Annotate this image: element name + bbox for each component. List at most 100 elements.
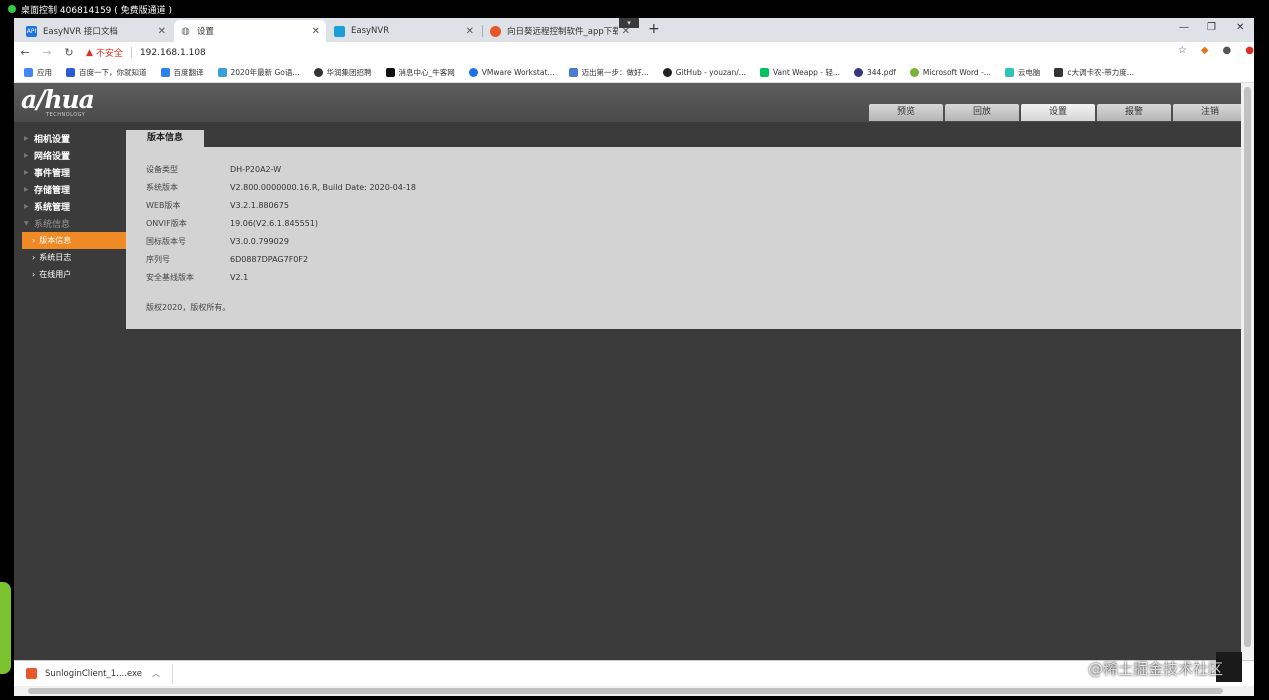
panel-tab-bar: 版本信息 [126, 130, 1241, 147]
cloud-pc-icon [1004, 68, 1014, 77]
sidebar-subitem-version[interactable]: › 版本信息 [22, 232, 126, 249]
remote-title: 桌面控制 406814159 ( 免费版通道 ) [21, 5, 173, 16]
sidebar-subitem-online-users[interactable]: › 在线用户 [14, 266, 126, 283]
sidebar-item-system[interactable]: ▶ 系统管理 [14, 198, 126, 215]
github-icon [662, 68, 672, 77]
info-table: 设备类型 DH-P20A2-W 系统版本 V2.800.0000000.16.R, … [146, 160, 416, 286]
window-close-icon[interactable]: ✕ [1236, 22, 1244, 33]
remote-title-bar: 桌面控制 406814159 ( 免费版通道 ) [0, 0, 1269, 18]
status-dot-icon [8, 5, 16, 13]
easynvr-icon [334, 25, 345, 37]
bookmark-github[interactable]: GitHub - youzan/... [662, 68, 746, 77]
download-item[interactable]: SunloginClient_1....exe ︿ [26, 663, 174, 684]
side-widget-tab[interactable] [0, 582, 11, 674]
sidebar-item-system-info[interactable]: ▼ 系统信息 [14, 215, 126, 232]
close-icon[interactable]: ✕ [158, 26, 166, 37]
nav-settings[interactable]: 设置 [1021, 104, 1095, 121]
dahua-logo-subtitle: TECHNOLOGY [46, 112, 86, 118]
bookmark-nowcoder[interactable]: 消息中心_牛客网 [385, 67, 455, 78]
bookmark-huarun[interactable]: 华润集团招聘 [313, 67, 372, 78]
sidebar-subitem-log[interactable]: › 系统日志 [14, 249, 126, 266]
tab-search-chevron-icon[interactable]: ▾ [619, 18, 639, 28]
bookmark-vant[interactable]: Vant Weapp - 轻... [759, 67, 840, 78]
tab-sunlogin[interactable]: 向日葵远程控制软件_app下载_ ✕ [484, 20, 636, 42]
bookmark-vmware[interactable]: VMware Workstat... [468, 68, 555, 77]
close-icon[interactable]: ✕ [466, 26, 474, 37]
sunlogin-icon [490, 25, 501, 37]
metamask-extension-icon[interactable]: ◆ [1201, 45, 1209, 56]
bookmark-first-step[interactable]: 迈出第一步：做好... [568, 67, 649, 78]
address-bar[interactable]: ▲ 不安全 192.168.1.108 [86, 46, 206, 59]
info-row-system-version: 系统版本 V2.800.0000000.16.R, Build Date: 202… [146, 182, 416, 192]
nav-preview[interactable]: 预览 [869, 104, 943, 121]
doc-icon [568, 68, 578, 77]
browser-toolbar: ← → ↻ ▲ 不安全 192.168.1.108 ☆ ◆ ● ● [14, 42, 1254, 63]
tab-version-info[interactable]: 版本信息 [126, 130, 204, 147]
bookmark-canon[interactable]: c大调卡农-带力度... [1054, 67, 1134, 78]
url-text[interactable]: 192.168.1.108 [140, 48, 206, 58]
profile-avatar-icon[interactable]: ● [1223, 45, 1232, 56]
download-bar: SunloginClient_1....exe ︿ [14, 660, 1254, 686]
settings-sidebar: ▶ 相机设置 ▶ 网络设置 ▶ 事件管理 ▶ 存储管理 ▶ 系统管理 ▼ 系统信息 › 版本信… [14, 130, 126, 283]
restore-icon[interactable]: ❐ [1207, 22, 1216, 33]
scrollbar-thumb[interactable] [28, 688, 1223, 694]
bookmark-baidu-translate[interactable]: 百度翻译 [160, 67, 204, 78]
tab-easynvr-docs[interactable]: API EasyNVR 接口文档 ✕ [20, 20, 172, 42]
bookmarks-bar: 应用 百度一下，你就知道 百度翻译 2020年最新 Go语... 华润集团招聘 … [14, 63, 1254, 83]
triangle-right-icon: ▶ [24, 169, 29, 176]
new-tab-plus-icon[interactable]: + [648, 21, 660, 37]
horizontal-scrollbar[interactable] [14, 686, 1254, 696]
reload-icon[interactable]: ↻ [58, 46, 80, 59]
info-row-onvif-version: ONVIF版本 19.06(V2.6.1.845551) [146, 218, 319, 228]
huarun-icon [313, 68, 323, 77]
forward-arrow-icon[interactable]: → [36, 46, 58, 59]
pdf-icon [854, 68, 863, 77]
menu-icon[interactable]: ● [1245, 45, 1254, 56]
tab-settings[interactable]: ◍ 设置 ✕ [174, 20, 326, 42]
chevron-up-icon[interactable]: ︿ [152, 668, 160, 679]
sidebar-item-storage[interactable]: ▶ 存储管理 [14, 181, 126, 198]
chevron-right-icon: › [32, 270, 36, 279]
sunlogin-file-icon [26, 668, 37, 679]
vmware-icon [468, 68, 478, 77]
triangle-right-icon: ▶ [24, 135, 29, 142]
tab-separator [482, 25, 483, 37]
nav-playback[interactable]: 回放 [945, 104, 1019, 121]
baidu-paw-icon [66, 68, 75, 77]
star-bookmark-icon[interactable]: ☆ [1178, 45, 1187, 56]
globe-icon: ◍ [180, 25, 191, 37]
triangle-right-icon: ▶ [24, 203, 29, 210]
nav-logout[interactable]: 注销 [1173, 104, 1247, 121]
version-info-panel: 版本信息 设备类型 DH-P20A2-W 系统版本 V2.800.0000000.1… [126, 130, 1241, 329]
back-arrow-icon[interactable]: ← [14, 46, 36, 59]
chevron-right-icon: › [32, 253, 36, 262]
main-nav: 预览 回放 设置 报警 注销 [869, 104, 1247, 121]
tab-easynvr[interactable]: EasyNVR ✕ [328, 20, 480, 42]
dahua-logo: a/hua [21, 85, 95, 114]
vertical-scrollbar[interactable] [1241, 83, 1254, 660]
insecure-label[interactable]: 不安全 [96, 46, 123, 59]
sidebar-item-network[interactable]: ▶ 网络设置 [14, 147, 126, 164]
info-row-serial-number: 序列号 6D0887DPAG7F0F2 [146, 254, 309, 264]
bookmark-pdf[interactable]: 344.pdf [854, 68, 896, 77]
vant-icon [759, 68, 769, 77]
nav-alarm[interactable]: 报警 [1097, 104, 1171, 121]
close-icon[interactable]: ✕ [312, 26, 320, 37]
bookmark-cloud-pc[interactable]: 云电脑 [1004, 67, 1040, 78]
chevron-right-icon: › [32, 236, 36, 245]
translate-icon [160, 68, 170, 77]
sidebar-item-event[interactable]: ▶ 事件管理 [14, 164, 126, 181]
scrollbar-thumb[interactable] [1244, 87, 1251, 647]
info-row-web-version: WEB版本 V3.2.1.880675 [146, 200, 289, 210]
tab-strip: API EasyNVR 接口文档 ✕ ◍ 设置 ✕ EasyNVR ✕ 向日葵远… [14, 18, 1254, 42]
music-icon [1054, 68, 1064, 77]
bookmark-word[interactable]: Microsoft Word -... [909, 68, 991, 77]
bookmark-baidu[interactable]: 百度一下，你就知道 [66, 67, 147, 78]
triangle-down-icon: ▼ [24, 220, 29, 227]
tv-icon [217, 68, 227, 77]
minimize-icon[interactable]: — [1179, 22, 1189, 33]
sidebar-item-camera[interactable]: ▶ 相机设置 [14, 130, 126, 147]
bookmark-apps[interactable]: 应用 [24, 67, 52, 78]
bookmark-go-course[interactable]: 2020年最新 Go语... [217, 67, 300, 78]
info-row-gb-version: 国标版本号 V3.0.0.799029 [146, 236, 289, 246]
